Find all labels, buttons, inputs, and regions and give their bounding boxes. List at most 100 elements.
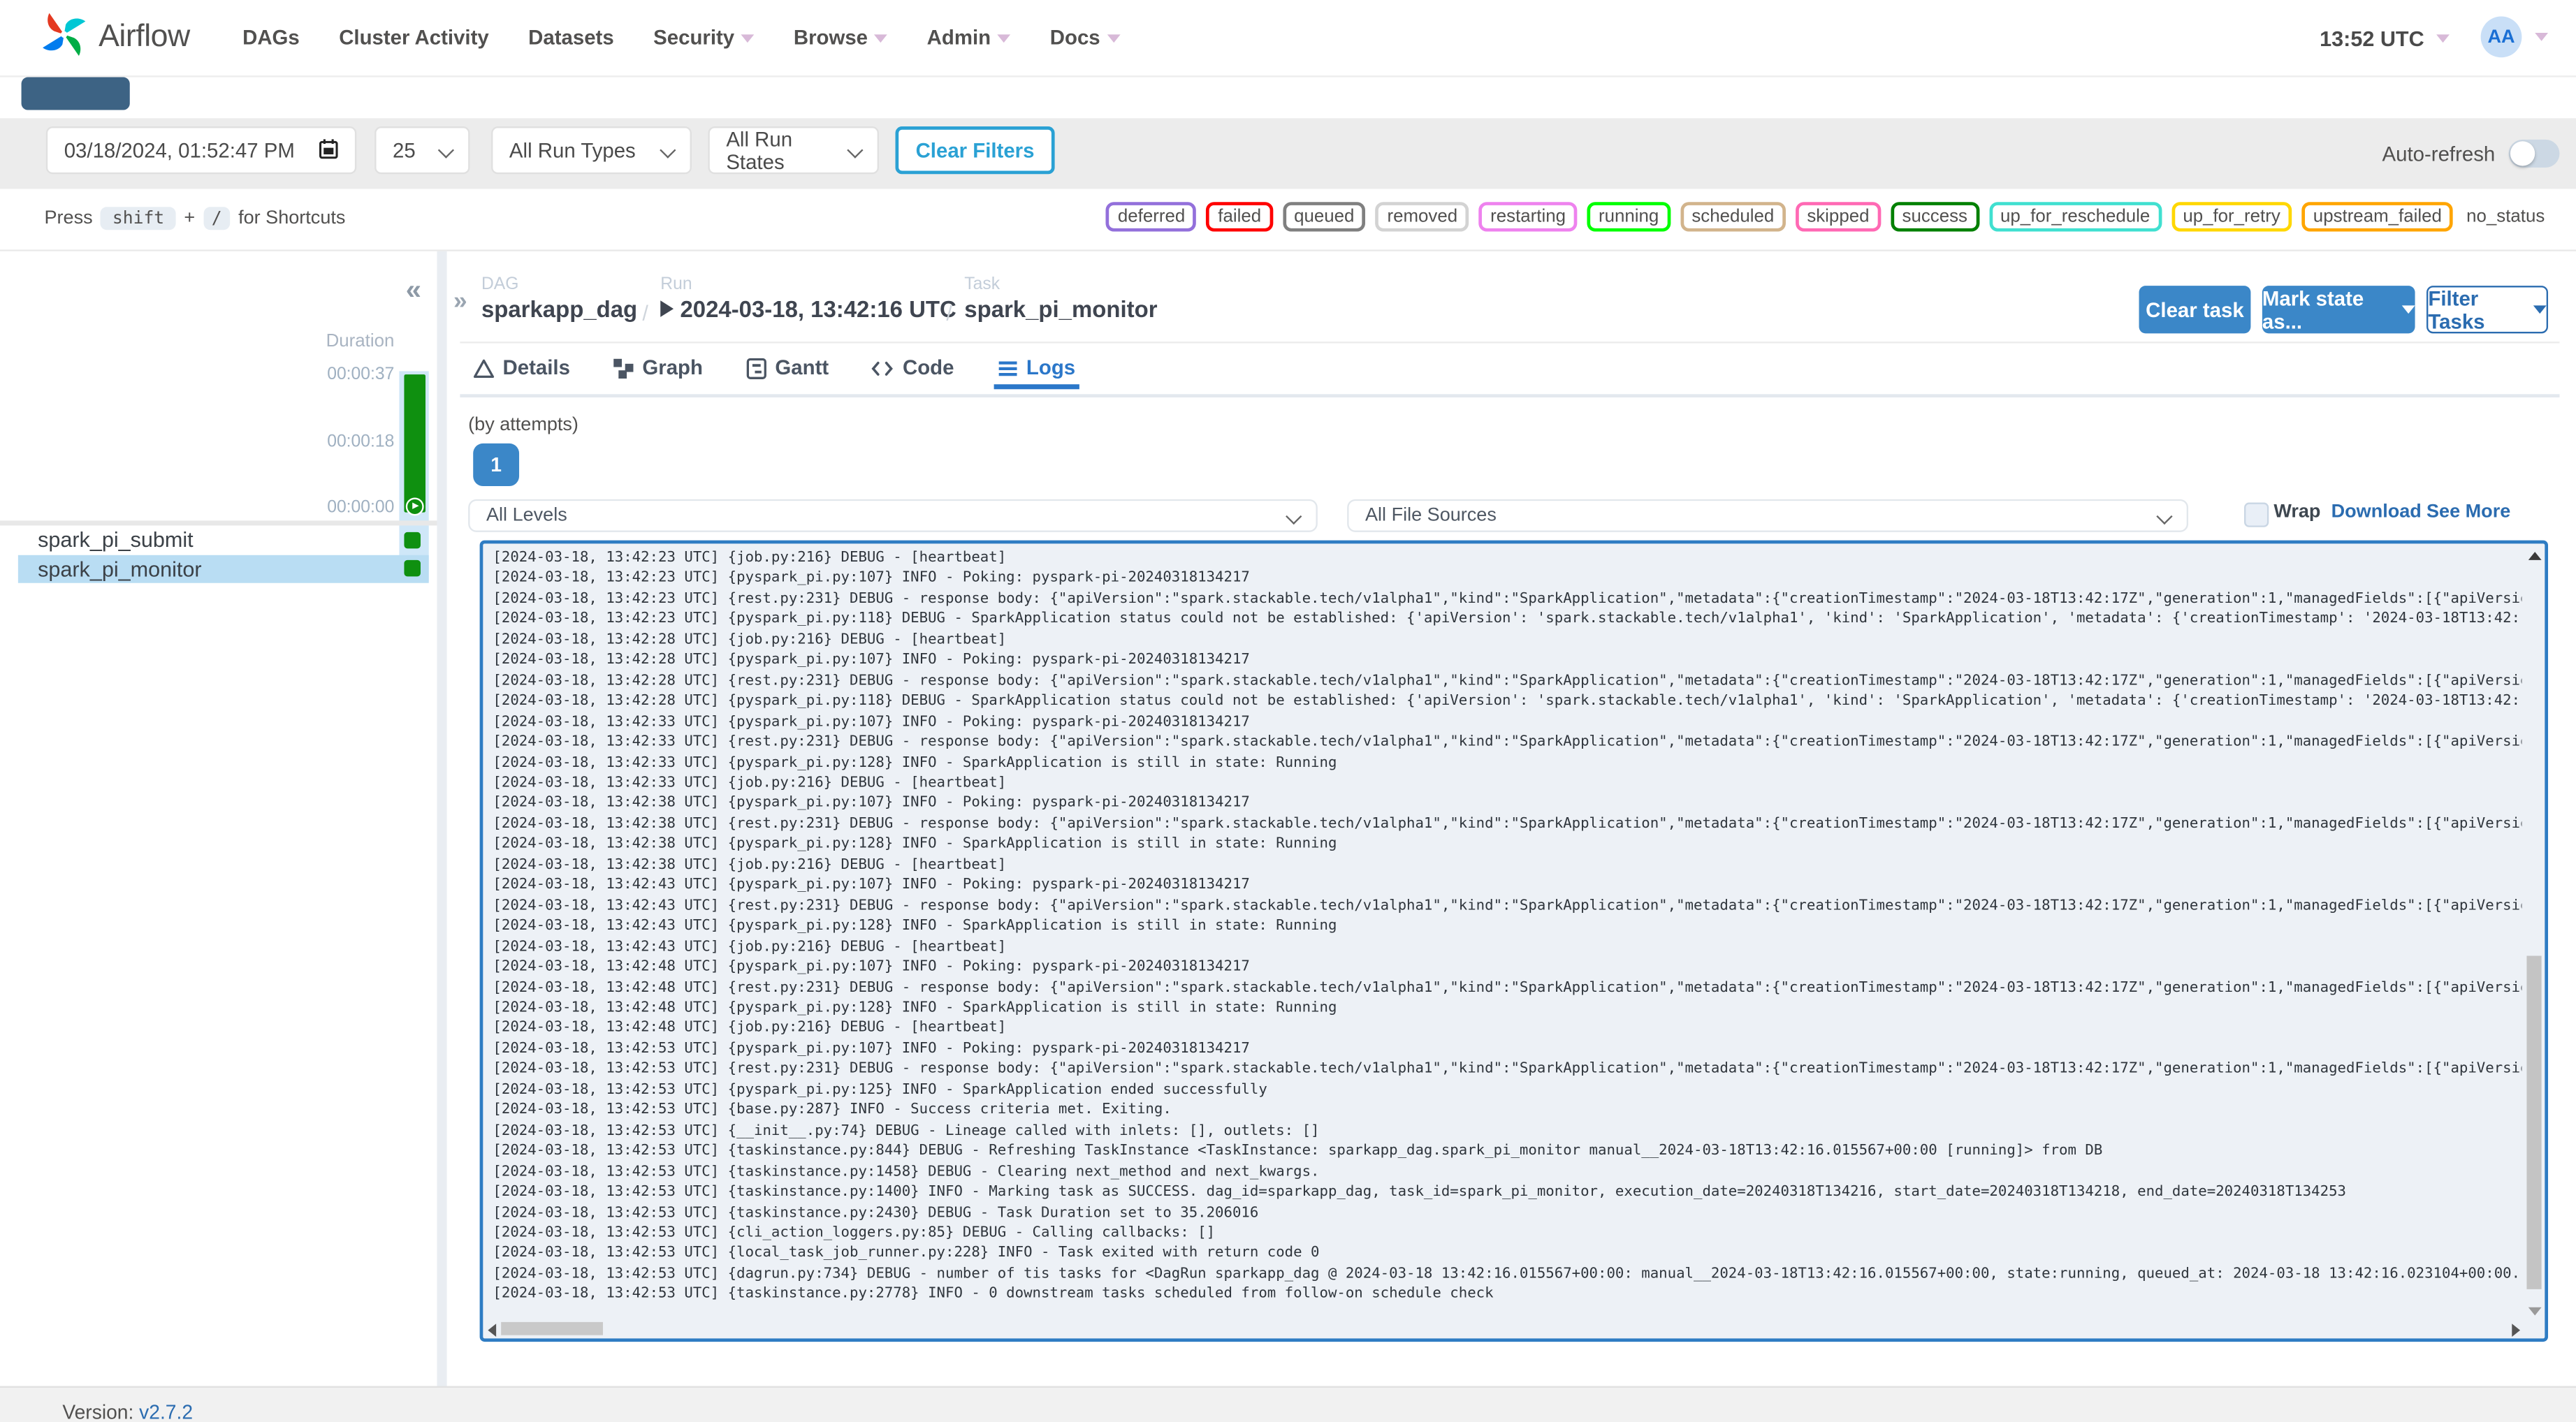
log-line: [2024-03-18, 13:42:43 UTC] {job.py:216} …: [493, 939, 1007, 955]
filter-tasks-button[interactable]: Filter Tasks: [2426, 286, 2549, 334]
log-viewer[interactable]: [2024-03-18, 13:42:23 UTC] {job.py:216} …: [479, 540, 2549, 1342]
nav-dags[interactable]: DAGs: [242, 27, 300, 50]
state-badge-failed: failed: [1206, 202, 1273, 232]
nav-cluster-activity[interactable]: Cluster Activity: [339, 27, 489, 50]
nav-docs[interactable]: Docs: [1050, 27, 1120, 50]
tab-code[interactable]: Code: [868, 346, 958, 389]
logs-icon: [998, 360, 1017, 376]
tab-logs[interactable]: Logs: [993, 346, 1079, 390]
state-badge-success: success: [1891, 202, 1979, 232]
horizontal-scrollbar-thumb[interactable]: [501, 1321, 603, 1335]
dag-run-duration-bar[interactable]: [403, 374, 425, 513]
scroll-up-arrow-icon[interactable]: [2528, 552, 2542, 560]
tab-graph[interactable]: Graph: [609, 346, 706, 389]
wrap-label: Wrap: [2273, 502, 2321, 522]
chevron-down-icon: [2533, 305, 2547, 314]
run-states-select[interactable]: All Run States: [708, 126, 879, 175]
download-link[interactable]: Download: [2331, 503, 2422, 522]
log-line: [2024-03-18, 13:42:53 UTC] {pyspark_pi.p…: [493, 1082, 1267, 1099]
log-file-sources-select[interactable]: All File Sources: [1347, 499, 2189, 532]
scroll-left-arrow-icon[interactable]: [488, 1324, 497, 1337]
task-instance-success-square[interactable]: [404, 531, 421, 548]
log-line: [2024-03-18, 13:42:33 UTC] {pyspark_pi.p…: [493, 713, 1250, 731]
breadcrumb-run-link[interactable]: 2024-03-18, 13:42:16 UTC: [660, 295, 956, 322]
footer: Version: v2.7.2: [0, 1386, 2576, 1422]
tab-details[interactable]: Details: [470, 346, 574, 389]
breadcrumb-task-link[interactable]: spark_pi_monitor: [964, 295, 1157, 322]
tab-gantt[interactable]: Gantt: [742, 346, 831, 389]
see-more-link[interactable]: See More: [2426, 503, 2510, 522]
state-badge-queued: queued: [1282, 202, 1366, 232]
chevron-down-icon: [2436, 34, 2449, 42]
avatar[interactable]: AA: [2480, 16, 2522, 58]
calendar-icon[interactable]: [319, 137, 338, 163]
log-line: [2024-03-18, 13:42:23 UTC] {job.py:216} …: [493, 550, 1007, 567]
log-line: [2024-03-18, 13:42:53 UTC] {taskinstance…: [493, 1164, 1320, 1180]
clock-dropdown[interactable]: 13:52 UTC: [2320, 0, 2449, 75]
shift-key: shift: [101, 207, 176, 230]
log-line: [2024-03-18, 13:42:23 UTC] {pyspark_pi.p…: [493, 571, 1250, 587]
log-line: [2024-03-18, 13:42:48 UTC] {rest.py:231}…: [493, 979, 2522, 997]
log-line: [2024-03-18, 13:42:28 UTC] {pyspark_pi.p…: [493, 693, 2522, 710]
state-badge-scheduled: scheduled: [1680, 202, 1786, 232]
task-instance-success-square[interactable]: [404, 559, 421, 577]
grid-sidebar: « Duration 00:00:37 00:00:18 00:00:00 sp…: [0, 251, 437, 1386]
log-line: [2024-03-18, 13:42:28 UTC] {pyspark_pi.p…: [493, 652, 1250, 669]
airflow-app: Airflow DAGs Cluster Activity Datasets S…: [0, 0, 2576, 1422]
slash-key: /: [203, 207, 231, 230]
log-line: [2024-03-18, 13:42:48 UTC] {pyspark_pi.p…: [493, 999, 1337, 1017]
log-levels-select[interactable]: All Levels: [468, 499, 1318, 532]
log-line: [2024-03-18, 13:42:38 UTC] {pyspark_pi.p…: [493, 796, 1250, 812]
log-line: [2024-03-18, 13:42:43 UTC] {pyspark_pi.p…: [493, 877, 1250, 894]
state-badge-up_for_retry: up_for_retry: [2171, 202, 2292, 232]
log-line: [2024-03-18, 13:42:53 UTC] {base.py:287}…: [493, 1102, 1172, 1119]
divider: [0, 520, 437, 526]
brand-name: Airflow: [99, 20, 190, 54]
auto-refresh-toggle[interactable]: [2508, 139, 2559, 168]
nav-admin[interactable]: Admin: [927, 27, 1011, 50]
collapse-sidebar-icon[interactable]: «: [406, 274, 421, 307]
log-line: [2024-03-18, 13:42:53 UTC] {taskinstance…: [493, 1143, 2103, 1160]
vertical-scrollbar-thumb[interactable]: [2526, 955, 2542, 1290]
version-label: Version:: [62, 1400, 134, 1422]
scroll-right-arrow-icon[interactable]: [2512, 1324, 2521, 1337]
auto-refresh-control: Auto-refresh: [2382, 118, 2559, 189]
user-menu[interactable]: AA: [2480, 16, 2549, 58]
breadcrumb-separator: /: [642, 300, 648, 325]
log-line: [2024-03-18, 13:42:53 UTC] {taskinstance…: [493, 1286, 1494, 1303]
by-attempts-label: (by attempts): [468, 415, 578, 436]
breadcrumb-dag-link[interactable]: sparkapp_dag: [481, 295, 637, 322]
wrap-checkbox[interactable]: [2244, 502, 2269, 527]
attempt-1-button[interactable]: 1: [473, 443, 520, 487]
clipped-toolbar-button[interactable]: [21, 77, 130, 110]
main-nav: DAGs Cluster Activity Datasets Security …: [242, 27, 1159, 50]
log-line: [2024-03-18, 13:42:28 UTC] {rest.py:231}…: [493, 673, 2522, 689]
state-badge-no_status: no_status: [2463, 205, 2549, 228]
scroll-down-arrow-icon[interactable]: [2528, 1307, 2542, 1316]
version-link[interactable]: v2.7.2: [139, 1401, 193, 1422]
state-badge-running: running: [1587, 202, 1671, 232]
panel-divider[interactable]: [437, 251, 447, 1386]
task-row-spark-pi-monitor[interactable]: spark_pi_monitor: [17, 554, 429, 582]
chevron-down-icon: [437, 142, 455, 159]
nav-datasets[interactable]: Datasets: [528, 27, 614, 50]
nav-security[interactable]: Security: [653, 27, 755, 50]
pinwheel-logo-icon: [39, 9, 89, 66]
task-state-legend: deferred failed queued removed restarting run…: [1106, 202, 2549, 232]
airflow-logo[interactable]: Airflow: [39, 9, 190, 66]
vertical-scrollbar[interactable]: [2525, 545, 2543, 1321]
run-types-select[interactable]: All Run Types: [491, 126, 692, 175]
state-badge-deferred: deferred: [1106, 202, 1197, 232]
manual-run-icon[interactable]: [405, 497, 423, 516]
clear-filters-button[interactable]: Clear Filters: [895, 126, 1055, 175]
mark-state-as-button[interactable]: Mark state as...: [2262, 286, 2415, 334]
base-date-input[interactable]: 03/18/2024, 01:52:47 PM: [45, 126, 357, 175]
horizontal-scrollbar[interactable]: [485, 1321, 2524, 1337]
task-row-spark-pi-submit[interactable]: spark_pi_submit: [18, 525, 429, 553]
clear-task-button[interactable]: Clear task: [2139, 286, 2251, 334]
state-badge-removed: removed: [1376, 202, 1469, 232]
nav-browse[interactable]: Browse: [794, 27, 888, 50]
chevron-down-icon: [997, 34, 1011, 42]
page-size-select[interactable]: 25: [374, 126, 470, 175]
log-line: [2024-03-18, 13:42:48 UTC] {job.py:216} …: [493, 1020, 1007, 1037]
